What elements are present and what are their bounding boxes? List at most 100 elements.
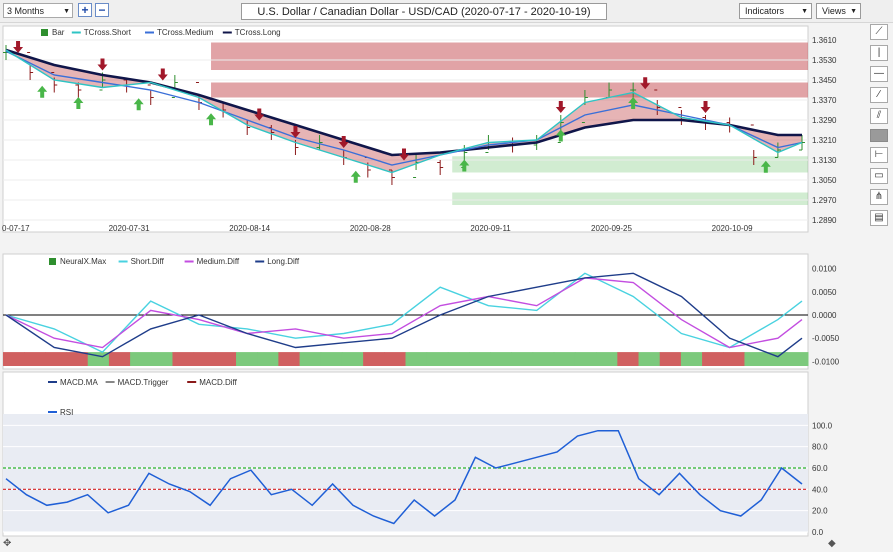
neuralx-bar [765, 352, 788, 366]
y-tick-label: 1.3050 [812, 176, 837, 185]
neuralx-bar [3, 352, 25, 366]
neuralx-bar [45, 352, 68, 366]
chart-area[interactable]: 1.3610 1.3530 1.3450 1.3370 1.3290 1.3210 1.31… [0, 22, 866, 538]
chart-title: U.S. Dollar / Canadian Dollar - USD/CAD … [241, 3, 607, 20]
neuralx-bar [363, 352, 385, 366]
chevron-down-icon: ▼ [63, 8, 70, 15]
legend-label: Short.Diff [131, 257, 165, 266]
toolbar: 3 Months ▼ + − U.S. Dollar / Canadian Do… [0, 0, 893, 23]
neuralx-bar [532, 352, 555, 366]
neuralx-bar [490, 352, 512, 366]
views-dropdown[interactable]: Views ▼ [816, 3, 861, 19]
y-tick-label: 1.3370 [812, 96, 837, 105]
legend-label: TCross.Short [84, 28, 132, 37]
y-tick-label: -0.0050 [812, 334, 840, 343]
neuralx-bar [130, 352, 152, 366]
resistance-zone [211, 42, 809, 70]
legend-swatch [41, 29, 48, 36]
ray-tool-icon[interactable]: ∕ [870, 87, 888, 103]
zoom-out-button[interactable]: − [95, 3, 109, 17]
vertical-line-tool-icon[interactable]: | [870, 45, 888, 61]
views-label: Views [822, 6, 846, 16]
chevron-down-icon: ▼ [801, 8, 808, 15]
y-tick-label: 0.0100 [812, 265, 837, 274]
y-tick-label: 1.3130 [812, 156, 837, 165]
support-zone [452, 192, 808, 205]
legend-swatch [49, 258, 56, 265]
period-select[interactable]: 3 Months ▼ [3, 3, 73, 18]
legend-label: Medium.Diff [197, 257, 240, 266]
settings-icon[interactable]: ✥ [3, 538, 11, 549]
x-tick-label: 2020-09-11 [470, 224, 511, 233]
x-tick-label: 2020-08-14 [229, 224, 270, 233]
y-tick-label: 100.0 [812, 421, 833, 430]
legend-label: MACD.Diff [199, 378, 237, 387]
neuralx-bar [24, 352, 46, 366]
indicators-label: Indicators [745, 6, 785, 16]
fibonacci-tool-icon[interactable]: ⊢ [870, 147, 888, 163]
neuralx-bar [108, 352, 131, 366]
neuralx-bar [66, 352, 89, 366]
neuralx-bar [447, 352, 470, 366]
trendline-tool-icon[interactable]: ⟋ [870, 24, 888, 40]
scrollbar-thumb[interactable] [870, 129, 888, 142]
x-tick-label: 0-07-17 [2, 224, 30, 233]
legend-label: TCross.Medium [157, 28, 214, 37]
x-tick-label: 2020-09-25 [591, 224, 632, 233]
horizontal-line-tool-icon[interactable]: — [870, 66, 888, 82]
neuralx-bar [278, 352, 301, 366]
text-tool-icon[interactable]: ▤ [870, 210, 888, 226]
y-tick-label: 80.0 [812, 443, 828, 452]
neuralx-bar [384, 352, 406, 366]
neuralx-bar [405, 352, 428, 366]
panel-background [2, 253, 809, 370]
y-tick-label: 1.3610 [812, 36, 837, 45]
x-tick-label: 2020-08-28 [350, 224, 391, 233]
neuralx-bar [193, 352, 216, 366]
neuralx-bar [617, 352, 640, 366]
indicators-dropdown[interactable]: Indicators ▼ [739, 3, 812, 19]
neuralx-bar [723, 352, 745, 366]
neuralx-bar [214, 352, 237, 366]
y-tick-label: 40.0 [812, 485, 828, 494]
pitchfork-tool-icon[interactable]: ⋔ [870, 189, 888, 205]
x-tick-label: 2020-07-31 [109, 224, 150, 233]
neuralx-bar [236, 352, 258, 366]
y-tick-label: 1.2890 [812, 216, 837, 225]
neuralx-bar [172, 352, 195, 366]
legend-label: RSI [60, 408, 73, 417]
neuralx-bar [553, 352, 576, 366]
y-tick-label: 0.0050 [812, 288, 837, 297]
neuralx-bar [151, 352, 173, 366]
zoom-in-button[interactable]: + [78, 3, 92, 17]
legend-label: NeuralX.Max [60, 257, 106, 266]
chevron-down-icon: ▼ [850, 8, 857, 15]
y-tick-label: 0.0000 [812, 311, 837, 320]
legend-label: MACD.MA [60, 378, 98, 387]
y-tick-label: 20.0 [812, 507, 828, 516]
legend-label: Long.Diff [267, 257, 300, 266]
y-tick-label: 1.3290 [812, 116, 837, 125]
neuralx-bar [511, 352, 534, 366]
y-tick-label: 0.0 [812, 528, 824, 537]
expand-icon[interactable]: ◆ [828, 538, 836, 549]
legend-label: Bar [52, 28, 65, 37]
legend-label: TCross.Long [235, 28, 281, 37]
neuralx-bar [320, 352, 343, 366]
neuralx-bar [426, 352, 449, 366]
neuralx-bar [257, 352, 279, 366]
y-tick-label: 60.0 [812, 464, 828, 473]
y-tick-label: 1.3530 [812, 56, 837, 65]
channel-tool-icon[interactable]: ⫽ [870, 108, 888, 124]
neuralx-bar [786, 352, 809, 366]
y-tick-label: 1.3450 [812, 76, 837, 85]
y-tick-label: 1.3210 [812, 136, 837, 145]
neuralx-bar [702, 352, 724, 366]
neuralx-bar [341, 352, 364, 366]
neuralx-bar [744, 352, 767, 366]
neuralx-bar [574, 352, 597, 366]
neuralx-bar [469, 352, 491, 366]
rectangle-tool-icon[interactable]: ▭ [870, 168, 888, 184]
x-tick-label: 2020-10-09 [712, 224, 753, 233]
support-zone [452, 156, 808, 173]
